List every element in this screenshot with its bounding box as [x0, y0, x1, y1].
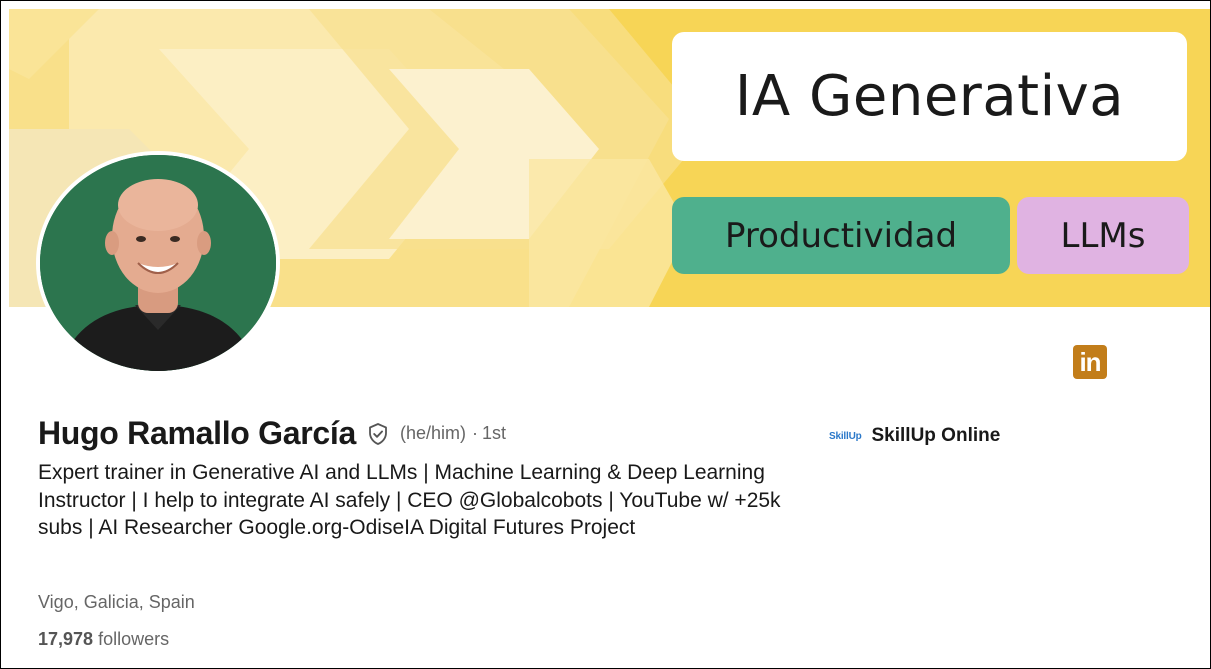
linkedin-icon[interactable]: in [1073, 345, 1107, 379]
profile-location: Vigo, Galicia, Spain [38, 592, 195, 612]
avatar-portrait [40, 155, 276, 371]
connection-degree: 1st [481, 423, 506, 443]
profile-headline: Expert trainer in Generative AI and LLMs… [38, 461, 781, 539]
profile-name: Hugo Ramallo García [38, 415, 356, 451]
followers-number: 17,978 [38, 629, 94, 649]
name-row: Hugo Ramallo García (he/him) · 1st [38, 415, 506, 452]
profile-avatar[interactable] [36, 151, 280, 375]
current-company[interactable]: SkillUp SkillUp Online [829, 425, 1000, 447]
separator-dot: · [471, 423, 478, 443]
followers-label: followers [98, 629, 170, 649]
shield-check-icon[interactable] [366, 422, 390, 446]
followers-count[interactable]: 17,978 followers [38, 629, 169, 650]
profile-pronouns: (he/him) [399, 423, 466, 443]
profile-card: IA Generativa Productividad LLMs in Hugo… [0, 0, 1211, 669]
banner-tag-llms: LLMs [1017, 197, 1189, 274]
skillup-logo-icon: SkillUp [829, 430, 862, 442]
banner-headline-tag: IA Generativa [672, 32, 1187, 161]
banner-tag-productividad: Productividad [672, 197, 1010, 274]
company-name: SkillUp Online [871, 425, 1001, 446]
